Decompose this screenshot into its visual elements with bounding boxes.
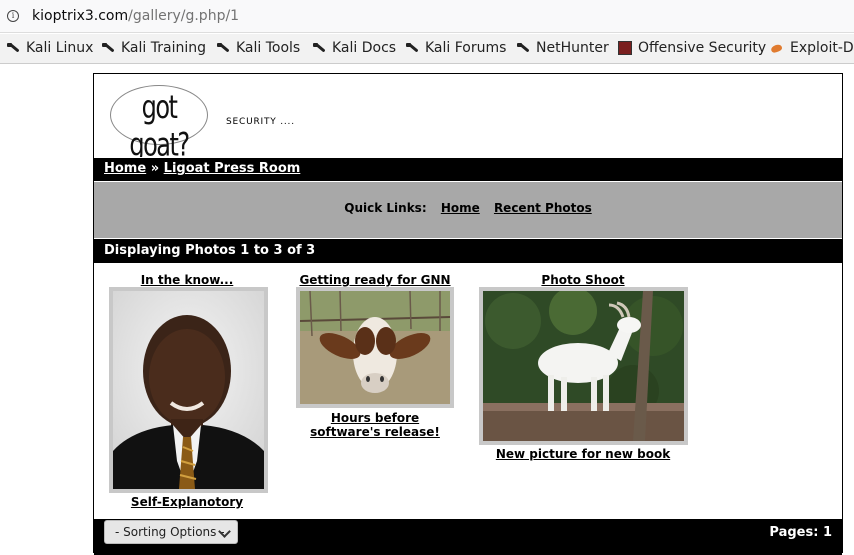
quick-link-recent-photos[interactable]: Recent Photos (494, 201, 592, 215)
kali-dragon-icon (6, 41, 20, 55)
kali-dragon-icon (312, 41, 326, 55)
kali-dragon-icon (516, 41, 530, 55)
photo-caption-link[interactable]: Self-Explanotory (104, 495, 270, 509)
photo-caption-link[interactable]: New picture for new book (478, 447, 688, 461)
bookmark-kali-training[interactable]: Kali Training (101, 40, 206, 56)
photo-card: In the know... (104, 263, 270, 287)
site-tagline: SECURITY .... (226, 117, 295, 127)
photo-caption: Hours before software's release! (296, 411, 454, 439)
photo-title-link[interactable]: Getting ready for GNN (296, 273, 454, 287)
sorting-options-select[interactable]: - Sorting Options - (104, 520, 238, 544)
site-header: got goat? SECURITY .... (94, 74, 842, 164)
photo-title-link[interactable]: Photo Shoot (478, 273, 688, 287)
bookmark-exploit-db[interactable]: Exploit-D (770, 40, 854, 56)
kali-dragon-icon (405, 41, 419, 55)
gallery-page: got goat? SECURITY .... Home » Ligoat Pr… (93, 73, 843, 555)
photo-caption-link[interactable]: Hours before software's release! (296, 411, 454, 439)
offensive-security-icon (618, 41, 632, 55)
pages-indicator: Pages: 1 (769, 525, 832, 540)
photo-title-link[interactable]: In the know... (104, 273, 270, 287)
quick-links-bar: Quick Links: Home Recent Photos (94, 181, 842, 238)
photo-thumbnail[interactable] (296, 287, 454, 408)
site-logo[interactable]: got goat? (110, 85, 208, 164)
kali-dragon-icon (101, 41, 115, 55)
bookmark-offensive-security[interactable]: Offensive Security (618, 40, 766, 56)
photo-caption: New picture for new book (478, 447, 688, 461)
bookmark-nethunter[interactable]: NetHunter (516, 40, 609, 56)
photo-grid: In the know... Self-Explanotory Getting … (94, 263, 842, 516)
goat-closeup-image (300, 291, 450, 404)
photo-thumbnail[interactable] (109, 287, 268, 493)
quick-link-home[interactable]: Home (441, 201, 480, 215)
bookmarks-toolbar: Kali Linux Kali Training Kali Tools Kali… (0, 34, 854, 64)
photo-card: Getting ready for GNN (296, 263, 454, 287)
address-bar[interactable]: i kioptrix3.com/gallery/g.php/1 (0, 0, 854, 33)
bookmark-kali-tools[interactable]: Kali Tools (216, 40, 300, 56)
photo-card: Photo Shoot (478, 263, 688, 287)
info-icon[interactable]: i (7, 10, 19, 22)
photo-thumbnail[interactable] (479, 287, 688, 445)
breadcrumb-home-link[interactable]: Home (104, 161, 146, 176)
bookmark-kali-docs[interactable]: Kali Docs (312, 40, 396, 56)
exploit-db-icon (770, 41, 784, 55)
photo-count-text: Displaying Photos 1 to 3 of 3 (104, 243, 316, 258)
photo-count-bar: Displaying Photos 1 to 3 of 3 (94, 238, 842, 263)
white-goat-image (483, 291, 684, 441)
man-portrait-image (113, 291, 264, 489)
breadcrumb-separator: » (150, 161, 160, 176)
quick-links-label: Quick Links: (344, 201, 427, 215)
breadcrumb: Home » Ligoat Press Room (104, 161, 300, 176)
breadcrumb-bar: Home » Ligoat Press Room (94, 157, 842, 181)
footer-bar: - Sorting Options - Pages: 1 (94, 518, 842, 555)
photo-caption: Self-Explanotory (104, 495, 270, 509)
bookmark-kali-forums[interactable]: Kali Forums (405, 40, 506, 56)
breadcrumb-album-link[interactable]: Ligoat Press Room (164, 161, 301, 176)
bookmark-kali-linux[interactable]: Kali Linux (6, 40, 93, 56)
kali-dragon-icon (216, 41, 230, 55)
url-text[interactable]: kioptrix3.com/gallery/g.php/1 (32, 8, 239, 24)
